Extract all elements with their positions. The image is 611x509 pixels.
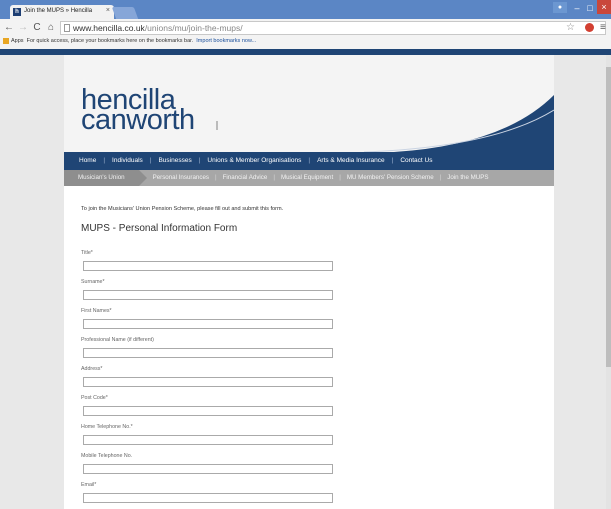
logo-divider [216,121,218,130]
form-title: MUPS - Personal Information Form [81,223,238,234]
field-label: Mobile Telephone No. [81,453,133,459]
field-label: First Names* [81,308,112,314]
main-nav-item[interactable]: Unions & Member Organisations [207,157,301,164]
nav-separator: | [198,157,201,164]
logo-line-2: canworth [81,104,195,136]
main-nav-item[interactable]: Contact Us [400,157,432,164]
nav-separator: | [149,157,152,164]
title-bar: h Join the MUPS » Hencilla × ● – □ × [0,0,611,20]
subnav-separator: | [273,174,275,181]
new-tab-button[interactable] [111,7,139,19]
star-icon[interactable]: ☆ [566,22,575,33]
browser-tab[interactable]: h Join the MUPS » Hencilla × [10,5,114,20]
tab-title: Join the MUPS » Hencilla [24,8,93,14]
nav-separator: | [308,157,311,164]
form-text-input[interactable] [83,290,333,300]
main-navigation: Home | Individuals | Businesses | Unions & Mem… [64,152,554,170]
subnav-item-musicians-union[interactable]: Musician's Union [64,170,147,186]
form-text-input[interactable] [83,464,333,474]
nav-separator: | [103,157,106,164]
field-label: Home Telephone No.* [81,424,133,430]
form-text-input[interactable] [83,319,333,329]
main-nav-item[interactable]: Businesses [158,157,191,164]
form-text-input[interactable] [83,435,333,445]
field-label: Address* [81,366,103,372]
url-domain: www.hencilla.co.uk [73,23,145,33]
sub-navigation: Musician's Union Personal Insurances | Fina… [64,170,554,186]
browser-toolbar: ← → C ⌂ www.hencilla.co.uk/unions/mu/joi… [0,19,611,49]
web-page: hencilla canworth Home | Individuals | Busin… [64,55,554,509]
nav-separator: | [391,157,394,164]
main-nav-item[interactable]: Individuals [112,157,143,164]
form-text-input[interactable] [83,261,333,271]
scrollbar-thumb[interactable] [606,67,611,367]
bookmarks-hint: For quick access, place your bookmarks h… [26,38,194,44]
subnav-separator: | [215,174,217,181]
field-label: Post Code* [81,395,108,401]
field-label: Surname* [81,279,105,285]
minimize-button[interactable]: – [571,1,583,15]
field-label: Email* [81,482,97,488]
user-profile-icon[interactable]: ● [553,2,567,13]
home-icon[interactable]: ⌂ [45,22,57,34]
subnav-item[interactable]: Join the MUPS [447,174,488,181]
page-scrollbar[interactable] [606,55,611,509]
main-nav-item[interactable]: Home [79,157,96,164]
subnav-item[interactable]: MU Members' Pension Scheme [347,174,434,181]
tab-close-icon[interactable]: × [106,7,110,14]
address-bar[interactable]: www.hencilla.co.uk/unions/mu/join-the-mu… [60,21,606,35]
form-text-input[interactable] [83,377,333,387]
maximize-button[interactable]: □ [584,1,596,15]
back-arrow-icon[interactable]: ← [3,22,15,34]
page-icon [64,24,70,32]
close-window-button[interactable]: × [597,0,611,14]
subnav-item[interactable]: Personal Insurances [153,174,209,181]
form-text-input[interactable] [83,406,333,416]
site-logo[interactable]: hencilla canworth [81,86,195,136]
reload-icon[interactable]: C [31,22,43,34]
field-label: Professional Name (if different) [81,337,154,343]
subnav-separator: | [339,174,341,181]
field-label: Title* [81,250,93,256]
apps-icon[interactable] [3,37,9,44]
form-text-input[interactable] [83,348,333,358]
subnav-separator: | [439,174,442,181]
site-favicon-icon: h [13,8,21,16]
site-header: hencilla canworth [64,55,554,153]
subnav-item[interactable]: Musical Equipment [281,174,333,181]
forward-arrow-icon[interactable]: → [17,22,29,34]
menu-icon[interactable]: ≡ [600,22,606,33]
form-text-input[interactable] [83,493,333,503]
apps-link[interactable]: Apps [11,38,24,44]
url-path: /unions/mu/join-the-mups/ [144,23,243,33]
bookmarks-bar: Apps For quick access, place your bookma… [0,36,611,47]
main-nav-item[interactable]: Arts & Media Insurance [317,157,385,164]
import-bookmarks-link[interactable]: Import bookmarks now... [196,38,256,44]
extension-icon[interactable] [585,23,594,32]
subnav-item[interactable]: Financial Advice [223,174,268,181]
form-intro-text: To join the Musicians' Union Pension Sch… [81,206,284,212]
